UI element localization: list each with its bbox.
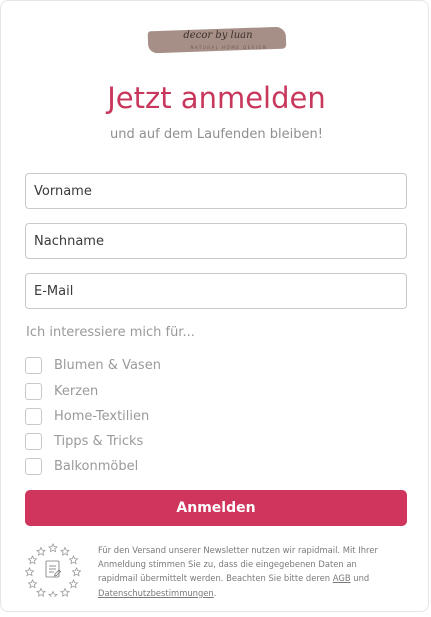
privacy-policy-link[interactable]: Datenschutzbestimmungen <box>98 588 214 598</box>
eu-stars-document-icon <box>25 543 81 597</box>
interests-label: Ich interessiere mich für... <box>26 325 195 340</box>
interest-option-kerzen[interactable]: Kerzen <box>25 381 98 401</box>
checkbox[interactable] <box>25 382 42 400</box>
interest-option-blumen-vasen[interactable]: Blumen & Vasen <box>25 355 161 375</box>
form-title: Jetzt anmelden <box>107 81 326 115</box>
email-input[interactable] <box>25 273 407 309</box>
form-subtitle: und auf dem Laufenden bleiben! <box>110 127 323 142</box>
privacy-notice: Für den Versand unserer Newsletter nutze… <box>98 543 398 600</box>
first-name-input[interactable] <box>25 173 407 209</box>
last-name-input[interactable] <box>25 223 407 259</box>
newsletter-card: decor by luan NATURAL HOME DESIGN Jetzt … <box>0 0 429 612</box>
interest-option-tipps-tricks[interactable]: Tipps & Tricks <box>25 431 143 451</box>
logo-tagline: NATURAL HOME DESIGN <box>190 45 268 50</box>
checkbox[interactable] <box>25 407 42 425</box>
agb-link[interactable]: AGB <box>333 573 351 583</box>
privacy-notice-end: . <box>213 587 217 598</box>
logo-script-text: decor by luan <box>183 30 253 41</box>
submit-button[interactable]: Anmelden <box>25 490 407 526</box>
checkbox[interactable] <box>25 457 42 475</box>
brand-logo: decor by luan NATURAL HOME DESIGN <box>147 23 288 59</box>
checkbox[interactable] <box>25 432 42 450</box>
checkbox-label: Tipps & Tricks <box>54 433 144 449</box>
checkbox-label: Kerzen <box>54 383 99 399</box>
checkbox-label: Balkonmöbel <box>54 458 139 474</box>
interest-option-balkonmoebel[interactable]: Balkonmöbel <box>25 456 138 476</box>
checkbox-label: Blumen & Vasen <box>54 357 161 373</box>
checkbox[interactable] <box>25 356 42 374</box>
checkbox-label: Home-Textilien <box>54 408 150 424</box>
interest-option-home-textilien[interactable]: Home-Textilien <box>25 406 149 426</box>
privacy-notice-connector: und <box>350 573 370 584</box>
